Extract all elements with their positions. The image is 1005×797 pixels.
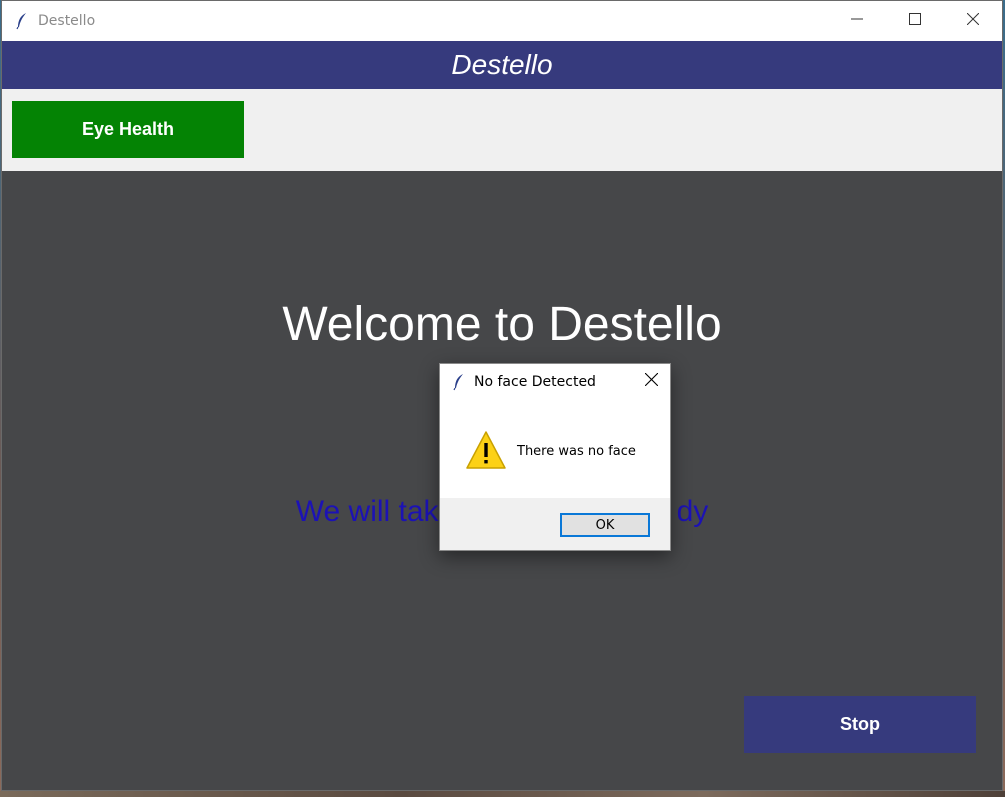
feather-icon [14, 12, 30, 30]
window-title: Destello [38, 13, 96, 29]
minimize-icon [851, 12, 863, 30]
ok-button[interactable]: OK [560, 513, 650, 537]
dialog-message: There was no face [517, 444, 636, 459]
feather-icon [452, 373, 466, 391]
dialog-title-bar[interactable]: No face Detected [440, 364, 670, 400]
close-icon [644, 372, 658, 391]
maximize-icon [909, 12, 921, 30]
dialog-footer: OK [440, 498, 670, 550]
warning-icon [465, 430, 507, 470]
dialog-close-button[interactable] [642, 372, 660, 391]
dialog-body: There was no face [440, 400, 670, 498]
app-header: Destello [2, 41, 1002, 89]
close-button[interactable] [944, 1, 1002, 41]
eye-health-button[interactable]: Eye Health [12, 101, 244, 158]
minimize-button[interactable] [828, 1, 886, 41]
title-bar[interactable]: Destello [2, 1, 1002, 41]
no-face-dialog: No face Detected There was no face OK [439, 363, 671, 551]
welcome-heading: Welcome to Destello [282, 298, 722, 351]
dialog-title: No face Detected [474, 374, 596, 390]
desktop-background [0, 791, 1005, 797]
close-icon [966, 12, 980, 30]
toolbar: Eye Health [2, 89, 1002, 171]
stop-button[interactable]: Stop [744, 696, 976, 753]
maximize-button[interactable] [886, 1, 944, 41]
tagline-start: We will tak [295, 495, 439, 528]
header-title: Destello [451, 49, 553, 80]
tagline-end: dy [676, 495, 709, 528]
window-controls [828, 1, 1002, 41]
